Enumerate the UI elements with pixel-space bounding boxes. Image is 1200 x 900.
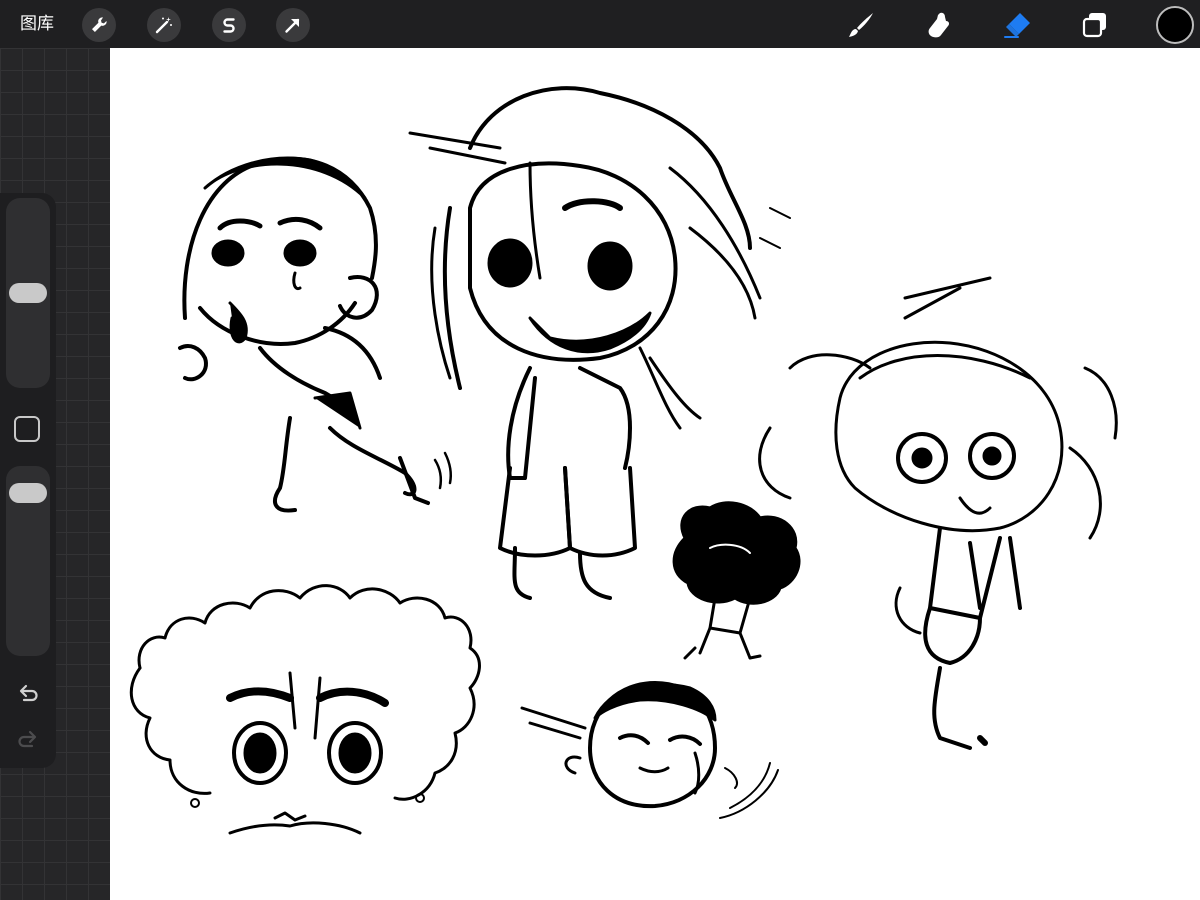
- color-swatch[interactable]: [1156, 6, 1194, 44]
- layers-tool[interactable]: [1077, 7, 1113, 43]
- redo-button[interactable]: [15, 726, 41, 752]
- redo-arrow-icon: [18, 730, 37, 748]
- sketch-wide-eyed-girl: [758, 276, 1118, 750]
- sketch-small-figure: [672, 501, 801, 660]
- sketch-artwork: [129, 86, 1118, 835]
- gallery-button[interactable]: 图库: [20, 12, 54, 36]
- opacity-slider[interactable]: [6, 466, 50, 656]
- sketch-running-boy: [178, 156, 453, 513]
- drawing-canvas[interactable]: [110, 48, 1200, 900]
- magic-wand-icon: [155, 17, 172, 34]
- opacity-thumb[interactable]: [9, 483, 47, 504]
- brush-icon: [849, 13, 873, 37]
- brush-size-thumb[interactable]: [9, 283, 47, 303]
- adjustments-button[interactable]: [147, 8, 181, 42]
- brush-size-slider[interactable]: [6, 198, 50, 388]
- modify-button[interactable]: [14, 416, 40, 442]
- sketch-crying-head: [520, 681, 779, 819]
- selection-s-icon: [223, 18, 235, 33]
- top-toolbar: 图库: [0, 0, 1200, 48]
- sidebar: [0, 193, 56, 768]
- smudge-icon: [928, 12, 950, 38]
- actions-button[interactable]: [82, 8, 116, 42]
- smudge-tool[interactable]: [921, 7, 957, 43]
- undo-button[interactable]: [15, 680, 41, 706]
- layers-icon: [1082, 13, 1106, 38]
- eraser-tool[interactable]: [999, 7, 1035, 43]
- selection-button[interactable]: [212, 8, 246, 42]
- transform-button[interactable]: [276, 8, 310, 42]
- eraser-icon: [1004, 13, 1030, 38]
- brush-tool[interactable]: [843, 7, 879, 43]
- undo-arrow-icon: [19, 684, 38, 702]
- sketch-curly-hair-face: [129, 584, 481, 835]
- wrench-icon: [92, 17, 107, 32]
- transform-arrow-icon: [285, 18, 300, 33]
